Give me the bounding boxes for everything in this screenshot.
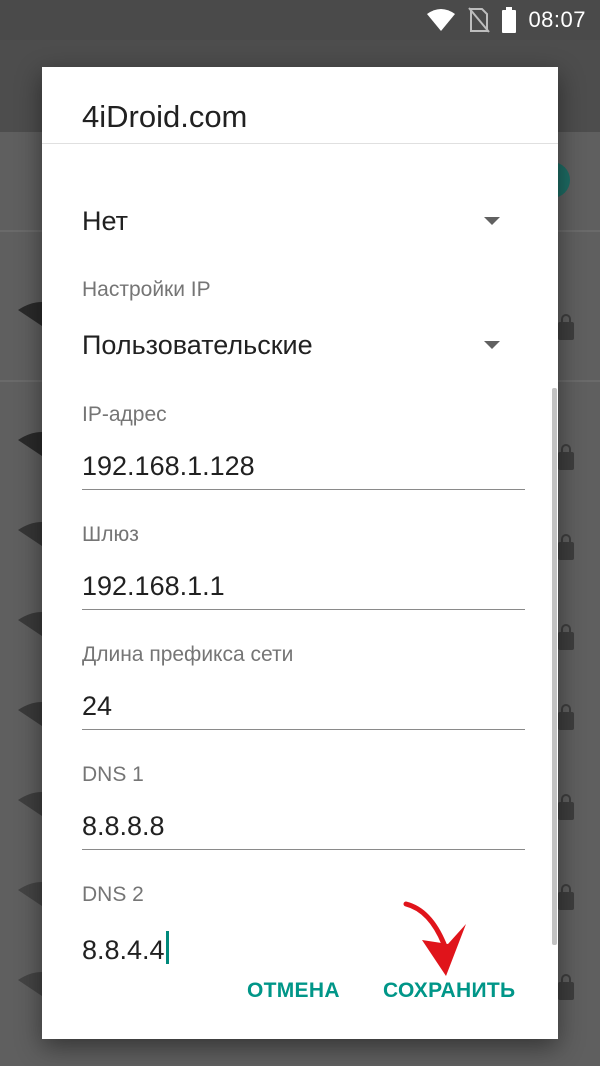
status-bar: 08:07 <box>0 0 600 40</box>
cancel-button[interactable]: ОТМЕНА <box>247 979 340 1003</box>
prefix-length-underline <box>82 729 525 730</box>
ip-address-input[interactable]: 192.168.1.128 <box>82 451 255 482</box>
status-time: 08:07 <box>528 7 586 32</box>
prefix-length-label: Длина префикса сети <box>82 643 294 666</box>
ip-address-label: IP-адрес <box>82 403 167 426</box>
ip-settings-dropdown-arrow-icon[interactable] <box>484 341 500 349</box>
proxy-dropdown-arrow-icon[interactable] <box>484 217 500 225</box>
background-lock-icon <box>558 624 574 650</box>
dns2-input[interactable]: 8.8.4.4 <box>82 931 169 964</box>
battery-icon <box>502 7 517 33</box>
gateway-underline <box>82 609 525 610</box>
background-lock-icon <box>558 534 574 560</box>
status-icons: 08:07 <box>426 6 586 34</box>
background-lock-icon <box>558 314 574 340</box>
save-button[interactable]: СОХРАНИТЬ <box>383 979 515 1003</box>
background-lock-icon <box>558 704 574 730</box>
dialog-scrollbar[interactable] <box>552 388 557 945</box>
ip-settings-spinner[interactable]: Пользовательские <box>82 330 313 361</box>
dns2-label: DNS 2 <box>82 883 144 906</box>
dialog-scroll-area[interactable]: Нет Настройки IP Пользовательские IP-адр… <box>42 144 558 964</box>
ip-settings-label: Настройки IP <box>82 278 211 301</box>
gateway-input[interactable]: 192.168.1.1 <box>82 571 225 602</box>
background-lock-icon <box>558 444 574 470</box>
background-lock-icon <box>558 974 574 1000</box>
gateway-label: Шлюз <box>82 523 139 546</box>
dns2-input-text: 8.8.4.4 <box>82 935 165 964</box>
red-arrow-annotation-icon <box>403 901 466 976</box>
proxy-spinner-value[interactable]: Нет <box>82 206 128 237</box>
dns1-input[interactable]: 8.8.8.8 <box>82 811 165 842</box>
text-cursor <box>165 931 169 964</box>
no-sim-icon <box>468 7 491 33</box>
network-settings-dialog: 4iDroid.com Нет Настройки IP Пользовател… <box>42 67 558 1039</box>
background-lock-icon <box>558 884 574 910</box>
background-lock-icon <box>558 794 574 820</box>
dialog-title: 4iDroid.com <box>82 99 248 134</box>
ip-address-underline <box>82 489 525 490</box>
prefix-length-input[interactable]: 24 <box>82 691 112 722</box>
dns1-underline <box>82 849 525 850</box>
dns1-label: DNS 1 <box>82 763 144 786</box>
wifi-icon <box>427 9 456 31</box>
